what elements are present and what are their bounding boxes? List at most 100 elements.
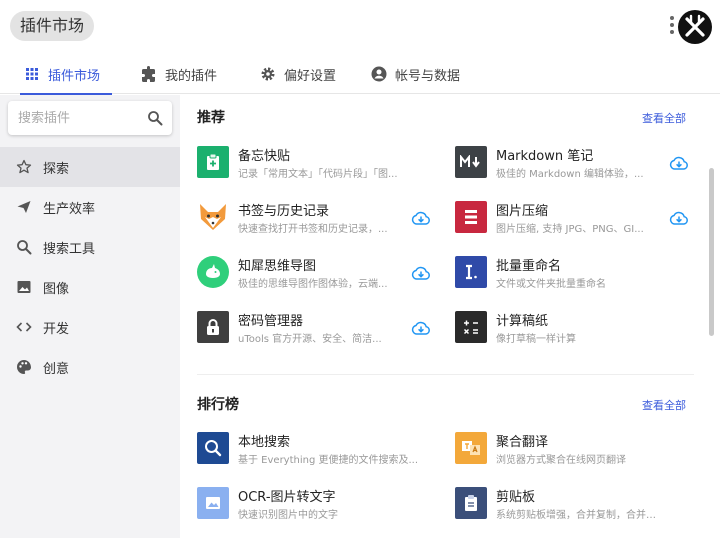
- send-icon: [16, 199, 32, 215]
- sidebar-item-label: 生产效率: [43, 201, 96, 217]
- plugin-description: 快速查找打开书签和历史记录，...: [238, 224, 388, 235]
- plugin-description: 像打草稿一样计算: [496, 334, 576, 345]
- section-title-ranking: 排行榜: [197, 397, 239, 413]
- plugin-name: 计算稿纸: [496, 314, 549, 329]
- tab-bar: 插件市场 我的插件 偏好设置 帐号与数据: [0, 54, 720, 95]
- plugin-item[interactable]: 备忘快贴 记录「常用文本」「代码片段」「图...: [197, 142, 447, 182]
- plugin-item[interactable]: OCR-图片转文字 快速识别图片中的文字: [197, 483, 447, 523]
- plugin-description: 极佳的思维导图作图体验，云端...: [238, 279, 388, 290]
- plugin-name: 本地搜索: [238, 435, 291, 450]
- sidebar-item-image[interactable]: 图像: [0, 267, 180, 307]
- sidebar-item-label: 创意: [43, 361, 70, 377]
- rename-icon: [455, 256, 487, 288]
- sidebar: 探索 生产效率 搜索工具 图像 开发: [0, 95, 180, 538]
- plugin-description: uTools 官方开源、安全、简洁...: [238, 334, 382, 345]
- fox-icon: [197, 201, 229, 233]
- translate-icon: [455, 432, 487, 464]
- tab-label: 我的插件: [165, 68, 218, 84]
- search-box: [8, 101, 172, 135]
- palette-icon: [16, 359, 32, 375]
- sidebar-item-explore[interactable]: 探索: [0, 147, 180, 187]
- scrollbar-thumb[interactable]: [709, 168, 714, 336]
- tab-my-plugins[interactable]: 我的插件: [141, 54, 217, 94]
- tab-label: 插件市场: [48, 68, 101, 84]
- plugin-item[interactable]: 剪贴板 系统剪贴板增强，合并复制，合并一...: [455, 483, 705, 523]
- plugin-description: 极佳的 Markdown 编辑体验，...: [496, 169, 644, 180]
- account-icon: [371, 66, 387, 82]
- grid-icon: [24, 66, 40, 82]
- plugin-name: 密码管理器: [238, 314, 304, 329]
- download-cloud-icon[interactable]: [411, 210, 431, 226]
- plugin-name: 聚合翻译: [496, 435, 549, 450]
- tab-label: 偏好设置: [284, 68, 337, 84]
- plugin-item[interactable]: 聚合翻译 浏览器方式聚合在线网页翻译: [455, 428, 705, 468]
- plugin-description: 浏览器方式聚合在线网页翻译: [496, 455, 626, 466]
- plugin-name: Markdown 笔记: [496, 149, 594, 164]
- tab-label: 帐号与数据: [395, 68, 461, 84]
- section-title-recommend: 推荐: [197, 110, 225, 126]
- plugin-item[interactable]: 计算稿纸 像打草稿一样计算: [455, 307, 705, 347]
- plugin-description: 记录「常用文本」「代码片段」「图...: [238, 169, 398, 180]
- clipboard-icon: [455, 487, 487, 519]
- plugin-item[interactable]: 图片压缩 图片压缩, 支持 JPG、PNG、GI...: [455, 197, 705, 237]
- search-input[interactable]: [8, 101, 144, 135]
- sidebar-item-creative[interactable]: 创意: [0, 347, 180, 387]
- download-cloud-icon[interactable]: [669, 210, 689, 226]
- plugin-name: 知犀思维导图: [238, 259, 317, 274]
- plugin-item[interactable]: 书签与历史记录 快速查找打开书签和历史记录，...: [197, 197, 447, 237]
- plugin-description: 系统剪贴板增强，合并复制，合并一...: [496, 510, 656, 521]
- sidebar-item-label: 图像: [43, 281, 70, 297]
- plugin-description: 快速识别图片中的文字: [238, 510, 338, 521]
- image-icon: [16, 279, 32, 295]
- plugin-item[interactable]: 密码管理器 uTools 官方开源、安全、简洁...: [197, 307, 447, 347]
- calculator-icon: [455, 311, 487, 343]
- download-cloud-icon[interactable]: [411, 265, 431, 281]
- category-list: 探索 生产效率 搜索工具 图像 开发 创意: [0, 147, 180, 387]
- main-content: 推荐 查看全部 备忘快贴 记录「常用文本」「代码片段」「图... Markdow…: [180, 95, 708, 538]
- search-icon[interactable]: [147, 110, 163, 126]
- app-title: 插件市场: [10, 11, 95, 41]
- sidebar-item-label: 搜索工具: [43, 241, 96, 257]
- plugin-item[interactable]: 知犀思维导图 极佳的思维导图作图体验，云端...: [197, 252, 447, 292]
- plugin-name: 图片压缩: [496, 204, 549, 219]
- top-bar: 插件市场: [0, 0, 720, 54]
- plugin-description: 图片压缩, 支持 JPG、PNG、GI...: [496, 224, 644, 235]
- star-icon: [16, 159, 32, 175]
- tab-plugin-market[interactable]: 插件市场: [19, 54, 113, 95]
- section-divider: [197, 374, 694, 375]
- plugin-name: OCR-图片转文字: [238, 490, 336, 505]
- image-text-icon: [197, 487, 229, 519]
- utools-logo-icon[interactable]: [678, 10, 712, 44]
- search-icon: [16, 239, 32, 255]
- sidebar-item-development[interactable]: 开发: [0, 307, 180, 347]
- plugin-name: 剪贴板: [496, 490, 536, 505]
- sidebar-item-search-tools[interactable]: 搜索工具: [0, 227, 180, 267]
- code-icon: [16, 319, 32, 335]
- plugin-item[interactable]: 本地搜索 基于 Everything 更便捷的文件搜索及...: [197, 428, 447, 468]
- download-cloud-icon[interactable]: [669, 155, 689, 171]
- plugin-description: 基于 Everything 更便捷的文件搜索及...: [238, 455, 419, 466]
- tab-preferences[interactable]: 偏好设置: [260, 54, 336, 94]
- lock-icon: [197, 311, 229, 343]
- tab-account-data[interactable]: 帐号与数据: [371, 54, 460, 94]
- gear-icon: [260, 66, 276, 82]
- sidebar-item-label: 开发: [43, 321, 70, 337]
- plugin-name: 批量重命名: [496, 259, 562, 274]
- clipboard-plus-icon: [197, 146, 229, 178]
- plugin-item[interactable]: 批量重命名 文件或文件夹批量重命名: [455, 252, 705, 292]
- sidebar-item-label: 探索: [43, 161, 70, 177]
- rhino-icon: [197, 256, 229, 288]
- plugin-name: 书签与历史记录: [238, 204, 330, 219]
- puzzle-icon: [141, 66, 157, 82]
- view-all-ranking-link[interactable]: 查看全部: [642, 397, 686, 413]
- view-all-recommend-link[interactable]: 查看全部: [642, 110, 686, 126]
- stack-icon: [455, 201, 487, 233]
- plugin-description: 文件或文件夹批量重命名: [496, 279, 606, 290]
- more-menu-icon[interactable]: [668, 16, 676, 38]
- download-cloud-icon[interactable]: [411, 320, 431, 336]
- magnifier-icon: [197, 432, 229, 464]
- plugin-name: 备忘快贴: [238, 149, 291, 164]
- sidebar-item-productivity[interactable]: 生产效率: [0, 187, 180, 227]
- markdown-icon: [455, 146, 487, 178]
- plugin-item[interactable]: Markdown 笔记 极佳的 Markdown 编辑体验，...: [455, 142, 705, 182]
